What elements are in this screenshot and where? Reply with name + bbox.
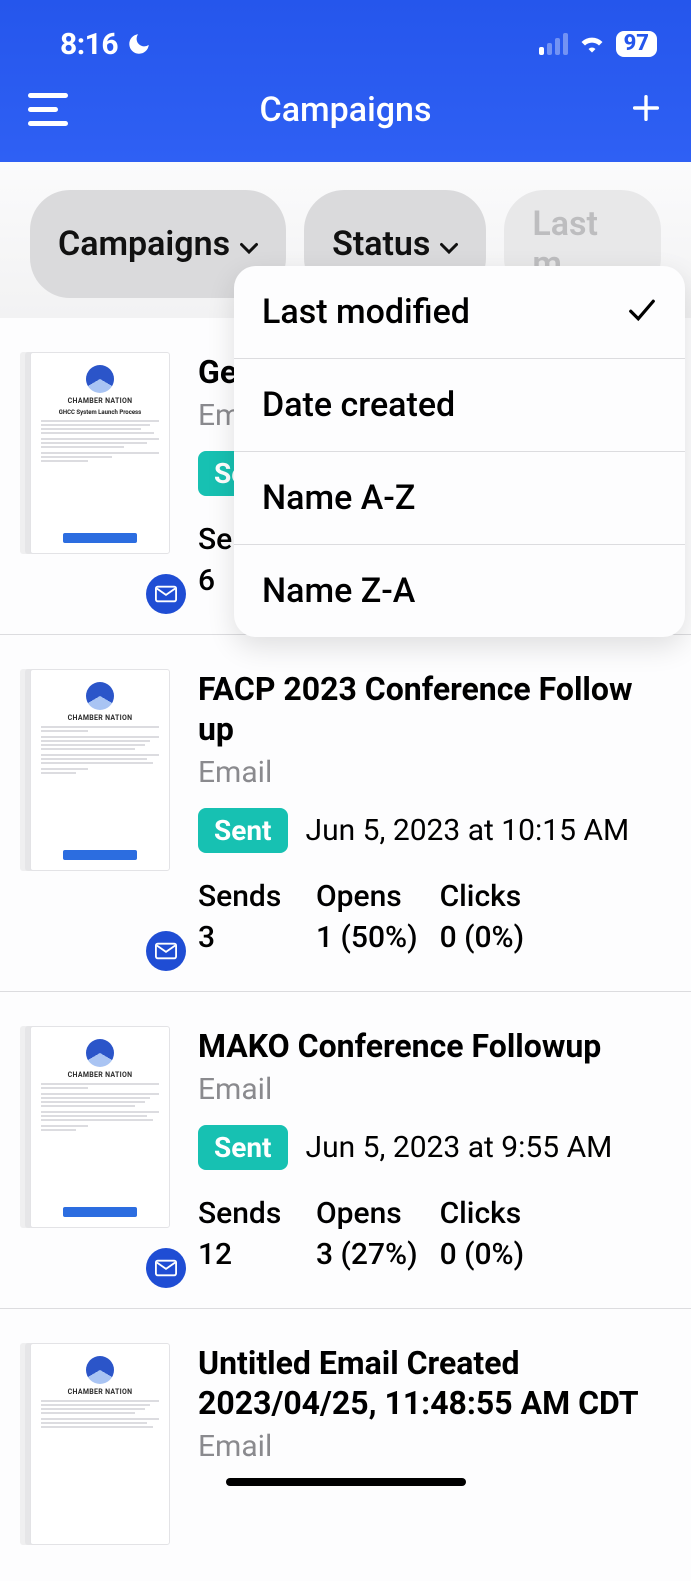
sort-option-label: Date created (262, 385, 455, 425)
thumb-brand: CHAMBER NATION (68, 714, 133, 722)
thumb-subject: GHCC System Launch Process (59, 409, 141, 416)
metric-sends-label: Sends (198, 1196, 294, 1231)
sort-option-last-modified[interactable]: Last modified (234, 266, 685, 358)
thumb-brand: CHAMBER NATION (68, 1071, 133, 1079)
sort-option-label: Last modified (262, 292, 470, 332)
campaign-type: Email (198, 1429, 671, 1464)
add-campaign-button[interactable] (629, 91, 663, 129)
sort-option-name-az[interactable]: Name A-Z (234, 451, 685, 544)
campaign-title: MAKO Conference Followup (198, 1026, 671, 1066)
campaign-type: Email (198, 1072, 671, 1107)
chevron-down-icon (440, 225, 458, 265)
moon-icon (126, 31, 152, 57)
campaign-timestamp: Jun 5, 2023 at 10:15 AM (306, 813, 630, 848)
app-header: 8:16 97 Campaigns (0, 0, 691, 162)
campaign-type: Email (198, 755, 671, 790)
filter-campaigns-label: Campaigns (58, 224, 230, 264)
wifi-icon (578, 31, 606, 57)
sort-option-name-za[interactable]: Name Z-A (234, 544, 685, 637)
campaign-title: Untitled Email Created 2023/04/25, 11:48… (198, 1343, 671, 1423)
metric-sends-value: 3 (198, 920, 294, 955)
thumb-brand: CHAMBER NATION (68, 1388, 133, 1396)
email-icon (146, 931, 186, 971)
menu-icon[interactable] (28, 93, 68, 127)
campaign-thumbnail: CHAMBER NATION (30, 1343, 170, 1545)
page-title: Campaigns (0, 90, 691, 130)
metric-clicks-label: Clicks (440, 879, 536, 914)
metric-opens-label: Opens (316, 1196, 418, 1231)
sort-option-date-created[interactable]: Date created (234, 358, 685, 451)
home-indicator[interactable] (226, 1478, 466, 1486)
metric-sends-value: 12 (198, 1237, 294, 1272)
filter-status-label: Status (332, 224, 430, 264)
status-bar: 8:16 97 (0, 22, 691, 66)
metric-clicks-label: Clicks (440, 1196, 536, 1231)
email-icon (146, 574, 186, 614)
campaign-card[interactable]: CHAMBER NATION Untitled Email Created 20… (0, 1309, 691, 1581)
campaign-card[interactable]: CHAMBER NATION MAKO Conference Followup … (0, 992, 691, 1309)
metric-opens-label: Opens (316, 879, 418, 914)
sort-option-label: Name Z-A (262, 571, 415, 611)
sort-menu: Last modified Date created Name A-Z Name… (234, 266, 685, 637)
campaign-title: FACP 2023 Conference Follow up (198, 669, 671, 749)
metric-sends-label: Sends (198, 879, 294, 914)
status-badge: Sent (198, 1125, 288, 1170)
chevron-down-icon (240, 225, 258, 265)
status-time: 8:16 (60, 27, 118, 62)
metric-opens-value: 3 (27%) (316, 1237, 418, 1272)
campaign-card[interactable]: CHAMBER NATION FACP 2023 Conference Foll… (0, 635, 691, 992)
email-icon (146, 1248, 186, 1288)
campaign-thumbnail: CHAMBER NATION GHCC System Launch Proces… (30, 352, 170, 598)
sort-option-label: Name A-Z (262, 478, 415, 518)
status-badge: Sent (198, 808, 288, 853)
battery-level: 97 (616, 31, 657, 57)
metric-clicks-value: 0 (0%) (440, 920, 536, 955)
campaign-thumbnail: CHAMBER NATION (30, 669, 170, 955)
check-icon (627, 292, 657, 332)
nav-bar: Campaigns (0, 66, 691, 162)
metric-clicks-value: 0 (0%) (440, 1237, 536, 1272)
cellular-signal-icon (539, 33, 568, 55)
campaign-timestamp: Jun 5, 2023 at 9:55 AM (306, 1130, 613, 1165)
thumb-brand: CHAMBER NATION (68, 397, 133, 405)
metric-opens-value: 1 (50%) (316, 920, 418, 955)
campaign-thumbnail: CHAMBER NATION (30, 1026, 170, 1272)
